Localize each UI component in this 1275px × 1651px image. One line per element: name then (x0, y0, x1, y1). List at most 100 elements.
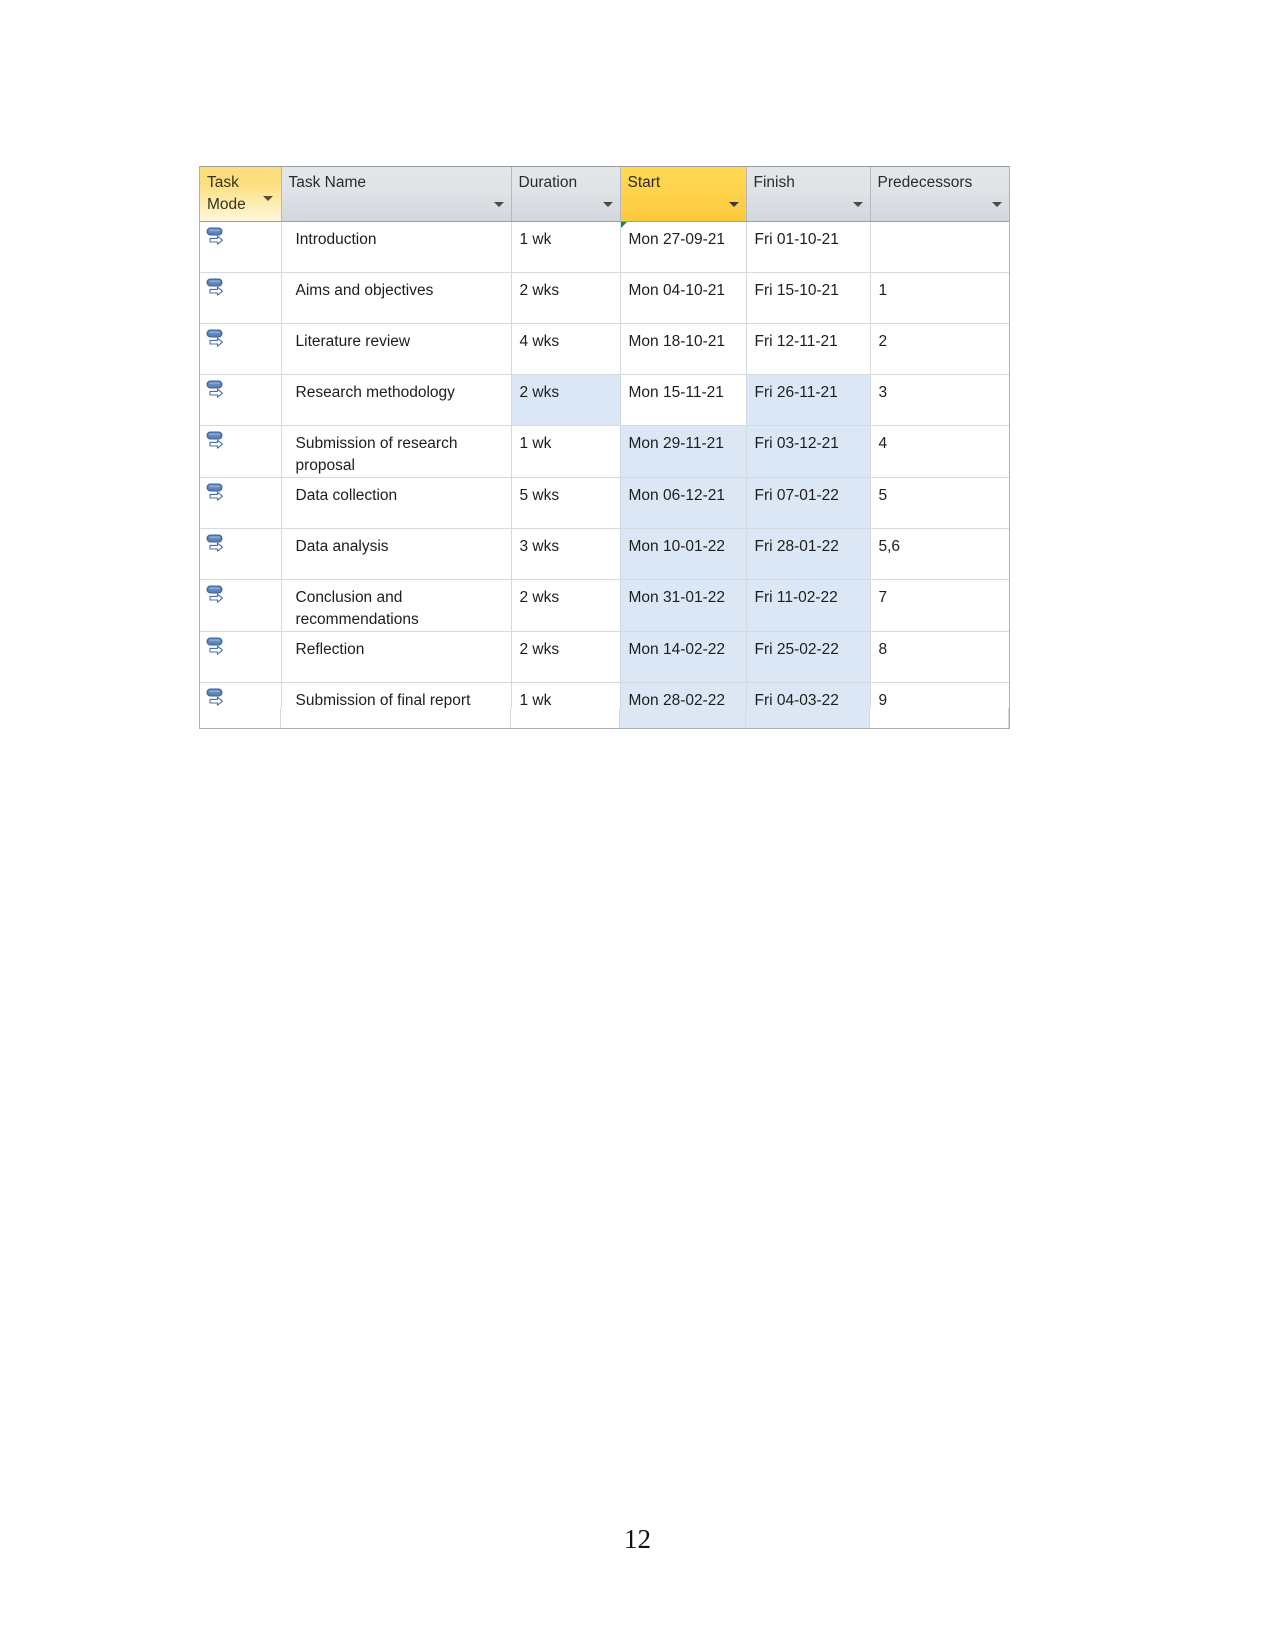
cell-task-mode[interactable] (200, 425, 282, 478)
cell-finish[interactable]: Fri 15-10-21 (746, 272, 871, 324)
auto-scheduled-icon (200, 585, 281, 607)
cell-task-name[interactable]: Data analysis (281, 528, 512, 580)
filter-dropdown-icon-start[interactable] (728, 202, 739, 207)
column-header-task-name[interactable]: Task Name (281, 167, 512, 222)
cell-finish[interactable]: Fri 03-12-21 (746, 425, 871, 478)
table-row[interactable]: Submission of research proposal 1 wk Mon 2… (200, 425, 1009, 478)
table-row[interactable]: Introduction 1 wk Mon 27-09-21 Fri 01-10-21 (200, 221, 1009, 273)
cell-task-name[interactable]: Reflection (281, 631, 512, 683)
cell-start[interactable]: Mon 29-11-21 (620, 425, 747, 478)
cell-start[interactable]: Mon 14-02-22 (620, 631, 747, 683)
column-header-start[interactable]: Start (620, 167, 747, 222)
tail-cell-finish (746, 708, 870, 728)
cell-duration[interactable]: 1 wk (511, 425, 621, 478)
cell-duration[interactable]: 2 wks (511, 272, 621, 324)
cell-predecessors-text: 5 (878, 487, 888, 504)
cell-task-name[interactable]: Research methodology (281, 374, 512, 426)
cell-finish[interactable]: Fri 01-10-21 (746, 221, 871, 273)
cell-task-mode[interactable] (200, 374, 282, 426)
table-row[interactable]: Data analysis 3 wks Mon 10-01-22 Fri 28-01-… (200, 528, 1009, 580)
cell-duration[interactable]: 1 wk (511, 221, 621, 273)
cell-task-name-text: Data analysis (295, 538, 389, 555)
cell-task-name-text: Aims and objectives (295, 282, 434, 299)
cell-task-mode[interactable] (200, 323, 282, 375)
cell-start[interactable]: Mon 18-10-21 (620, 323, 747, 375)
cell-task-mode[interactable] (200, 272, 282, 324)
cell-predecessors[interactable]: 8 (870, 631, 1009, 683)
cell-start-text: Mon 18-10-21 (628, 333, 726, 350)
cell-predecessors[interactable]: 5,6 (870, 528, 1009, 580)
cell-start[interactable]: Mon 31-01-22 (620, 579, 747, 632)
table-clipped-blank-row (200, 708, 1009, 728)
cell-start[interactable]: Mon 15-11-21 (620, 374, 747, 426)
cell-task-mode[interactable] (200, 477, 282, 529)
document-page: Task Mode Task Name Duration Start Finis… (0, 0, 1275, 1651)
table-row[interactable]: Aims and objectives 2 wks Mon 04-10-21 Fri … (200, 272, 1009, 324)
cell-finish[interactable]: Fri 07-01-22 (746, 477, 871, 529)
cell-task-mode[interactable] (200, 579, 282, 632)
filter-dropdown-icon-predecessors[interactable] (991, 202, 1002, 207)
cell-start[interactable]: Mon 04-10-21 (620, 272, 747, 324)
auto-scheduled-icon (200, 227, 281, 249)
table-row[interactable]: Data collection 5 wks Mon 06-12-21 Fri 07-0… (200, 477, 1009, 529)
cell-finish[interactable]: Fri 11-02-22 (746, 579, 871, 632)
column-header-task-mode[interactable]: Task Mode (200, 167, 282, 222)
cell-duration[interactable]: 2 wks (511, 579, 621, 632)
cell-task-name[interactable]: Introduction (281, 221, 512, 273)
column-header-duration-label: Duration (518, 174, 578, 191)
cell-finish[interactable]: Fri 12-11-21 (746, 323, 871, 375)
cell-duration[interactable]: 2 wks (511, 631, 621, 683)
cell-start-text: Mon 14-02-22 (628, 641, 726, 658)
table-row[interactable]: Reflection 2 wks Mon 14-02-22 Fri 25-02-22 8 (200, 631, 1009, 683)
cell-duration[interactable]: 3 wks (511, 528, 621, 580)
cell-duration[interactable]: 5 wks (511, 477, 621, 529)
cell-task-name[interactable]: Data collection (281, 477, 512, 529)
cell-predecessors[interactable]: 1 (870, 272, 1009, 324)
column-header-finish[interactable]: Finish (746, 167, 871, 222)
tail-cell-duration (511, 708, 620, 728)
tail-cell-task-name (281, 708, 511, 728)
project-task-table[interactable]: Task Mode Task Name Duration Start Finis… (199, 166, 1010, 729)
cell-duration[interactable]: 4 wks (511, 323, 621, 375)
cell-finish[interactable]: Fri 25-02-22 (746, 631, 871, 683)
cell-predecessors[interactable]: 3 (870, 374, 1009, 426)
cell-task-name[interactable]: Conclusion and recommendations (281, 579, 512, 632)
table-row[interactable]: Conclusion and recommendations 2 wks Mon 3… (200, 579, 1009, 632)
filter-dropdown-icon-task-mode[interactable] (262, 196, 273, 201)
column-header-duration[interactable]: Duration (511, 167, 621, 222)
cell-predecessors[interactable]: 7 (870, 579, 1009, 632)
task-grid: Task Mode Task Name Duration Start Finis… (200, 167, 1009, 728)
cell-task-mode[interactable] (200, 528, 282, 580)
filter-dropdown-icon-duration[interactable] (602, 202, 613, 207)
filter-dropdown-icon-finish[interactable] (852, 202, 863, 207)
cell-finish[interactable]: Fri 26-11-21 (746, 374, 871, 426)
cell-predecessors-text: 7 (878, 589, 888, 606)
cell-start-text: Mon 04-10-21 (628, 282, 726, 299)
cell-task-name-text: Literature review (295, 333, 411, 350)
cell-predecessors[interactable] (870, 221, 1009, 273)
cell-predecessors-text: 1 (878, 282, 888, 299)
cell-duration[interactable]: 2 wks (511, 374, 621, 426)
cell-start-text: Mon 15-11-21 (628, 384, 724, 401)
cell-finish[interactable]: Fri 28-01-22 (746, 528, 871, 580)
cell-finish-text: Fri 03-12-21 (754, 435, 839, 452)
cell-task-mode[interactable] (200, 631, 282, 683)
cell-predecessors[interactable]: 5 (870, 477, 1009, 529)
cell-task-name[interactable]: Submission of research proposal (281, 425, 512, 478)
cell-predecessors[interactable]: 4 (870, 425, 1009, 478)
auto-scheduled-icon (200, 637, 281, 659)
cell-start[interactable]: Mon 27-09-21 (620, 221, 747, 273)
cell-duration-text: 1 wk (519, 435, 552, 452)
cell-predecessors[interactable]: 2 (870, 323, 1009, 375)
cell-predecessors-text (871, 222, 1009, 251)
cell-start-text: Mon 06-12-21 (628, 487, 726, 504)
column-header-predecessors[interactable]: Predecessors (870, 167, 1009, 222)
filter-dropdown-icon-task-name[interactable] (493, 202, 504, 207)
cell-start[interactable]: Mon 10-01-22 (620, 528, 747, 580)
cell-task-name[interactable]: Aims and objectives (281, 272, 512, 324)
table-row[interactable]: Research methodology 2 wks Mon 15-11-21 Fri… (200, 374, 1009, 426)
table-row[interactable]: Literature review 4 wks Mon 18-10-21 Fri 12… (200, 323, 1009, 375)
cell-task-name[interactable]: Literature review (281, 323, 512, 375)
cell-task-mode[interactable] (200, 221, 282, 273)
cell-start[interactable]: Mon 06-12-21 (620, 477, 747, 529)
